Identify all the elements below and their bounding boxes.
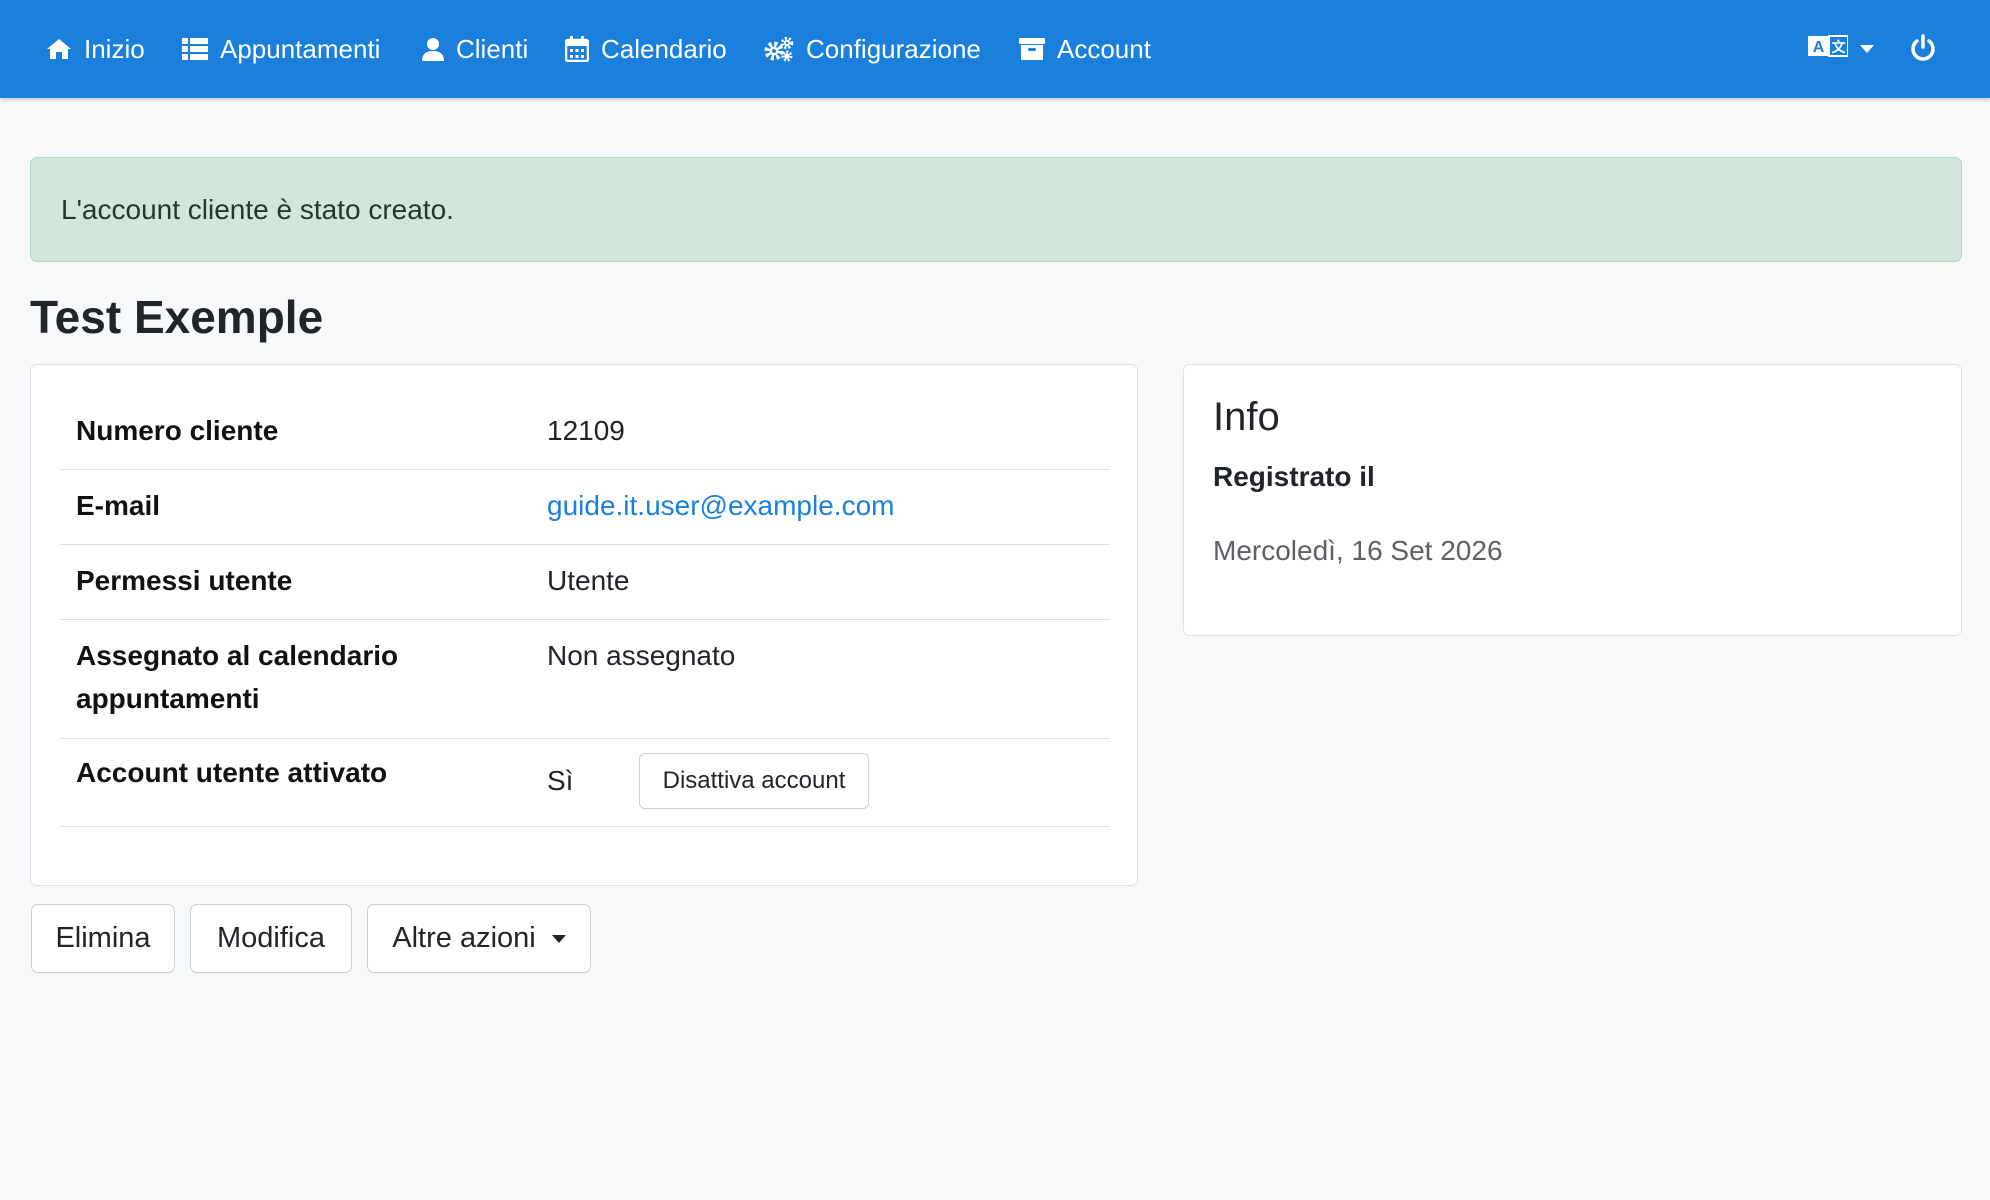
info-card: Info Registrato il Mercoledì, 16 Set 202… (1183, 364, 1962, 636)
chevron-down-icon (551, 934, 566, 943)
page-title: Test Exemple (30, 291, 324, 343)
detail-label: Permessi utente (76, 565, 293, 596)
home-icon (46, 37, 72, 61)
cogs-icon (764, 36, 794, 62)
top-navbar: Inizio Appuntamenti Clienti Calendario C… (0, 0, 1990, 98)
svg-text:A: A (1813, 39, 1825, 56)
detail-label: E-mail (76, 490, 161, 521)
nav-item-label: Account (1057, 33, 1151, 64)
email-link[interactable]: guide.it.user@example.com (547, 484, 894, 527)
nav-item-label: Configurazione (806, 33, 981, 64)
detail-value: Utente (547, 565, 630, 596)
nav-item-label: Inizio (84, 33, 145, 64)
registered-date: Mercoledì, 16 Set 2026 (1213, 535, 1503, 566)
detail-row-email: E-mail guide.it.user@example.com (60, 470, 1110, 545)
deactivate-account-button[interactable]: Disattiva account (639, 753, 869, 809)
logout-button[interactable] (1910, 34, 1936, 67)
detail-row-calendar-assignment: Assegnato al calendario appuntamenti Non… (60, 620, 1110, 739)
svg-text:文: 文 (1832, 39, 1847, 56)
nav-item-settings[interactable]: Configurazione (764, 28, 981, 70)
archive-icon (1019, 37, 1045, 61)
detail-row-account-activated: Account utente attivato Sì Disattiva acc… (60, 739, 1110, 827)
list-icon (182, 37, 208, 61)
detail-label: Numero cliente (76, 415, 279, 446)
nav-item-label: Calendario (601, 33, 727, 64)
calendar-icon (565, 36, 589, 62)
chevron-down-icon (1860, 44, 1874, 53)
detail-row-customer-number: Numero cliente 12109 (60, 395, 1110, 470)
info-title: Info (1213, 395, 1280, 439)
nav-item-appointments[interactable]: Appuntamenti (182, 28, 380, 70)
customer-details-card: Numero cliente 12109 E-mail guide.it.use… (30, 364, 1138, 886)
more-actions-label: Altre azioni (392, 922, 536, 954)
nav-item-account[interactable]: Account (1019, 28, 1151, 70)
detail-value: Non assegnato (547, 640, 736, 671)
detail-row-permissions: Permessi utente Utente (60, 545, 1110, 620)
nav-item-label: Appuntamenti (220, 33, 381, 64)
more-actions-dropdown[interactable]: Altre azioni (367, 904, 591, 973)
detail-label: Assegnato al calendario appuntamenti (76, 640, 399, 714)
power-icon (1910, 34, 1936, 66)
user-icon (422, 37, 444, 61)
nav-item-calendar[interactable]: Calendario (565, 28, 727, 70)
detail-label: Account utente attivato (76, 757, 388, 788)
detail-value: 12109 (547, 415, 625, 446)
nav-item-label: Clienti (456, 33, 529, 64)
edit-button[interactable]: Modifica (190, 904, 352, 973)
detail-value: Sì (547, 765, 574, 796)
nav-item-home[interactable]: Inizio (46, 28, 145, 70)
registered-label: Registrato il (1213, 461, 1375, 492)
delete-button[interactable]: Elimina (31, 904, 175, 973)
nav-item-customers[interactable]: Clienti (422, 28, 528, 70)
language-icon: A 文 (1808, 34, 1849, 63)
language-dropdown[interactable]: A 文 (1808, 34, 1874, 63)
alert-message: L'account cliente è stato creato. (61, 193, 454, 225)
success-alert: L'account cliente è stato creato. (30, 157, 1962, 262)
